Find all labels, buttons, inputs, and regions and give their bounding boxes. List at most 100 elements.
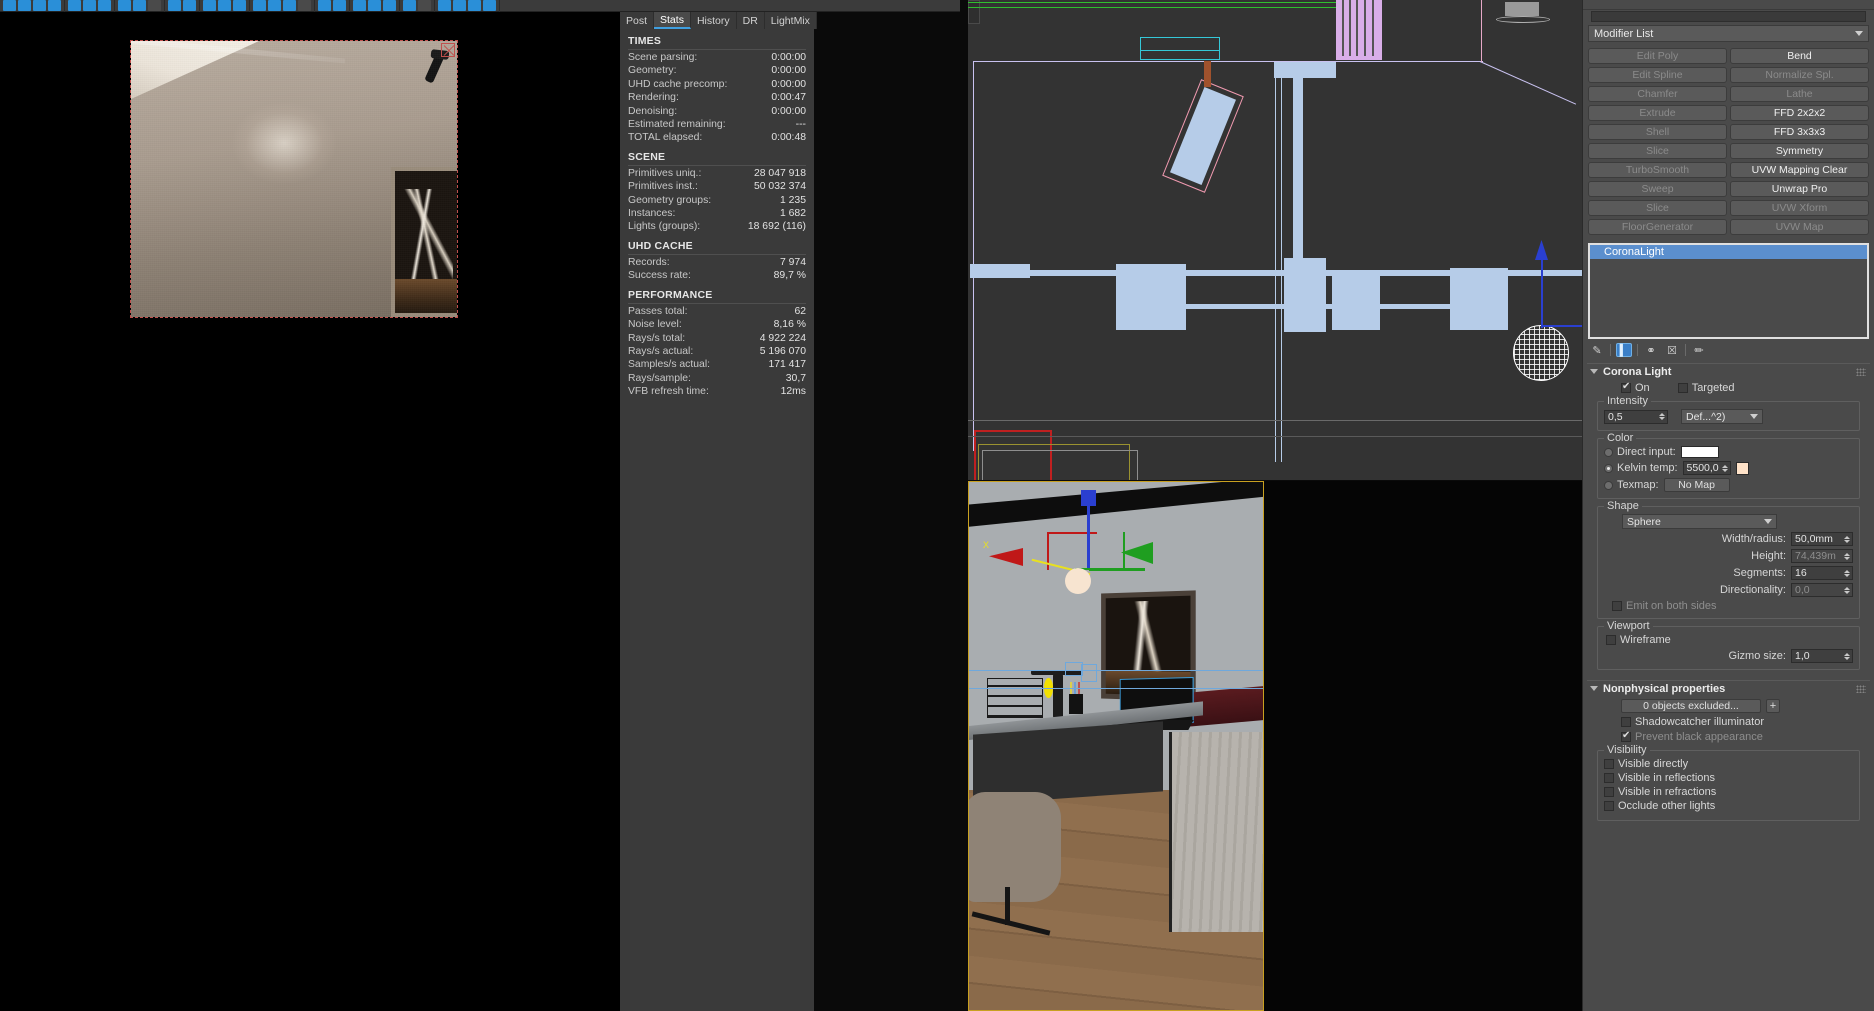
toolbar-button-icon[interactable] [438,0,451,11]
toolbar-button-icon[interactable] [453,0,466,11]
kelvin-color-swatch[interactable] [1735,461,1749,475]
toolbar-button-icon[interactable] [468,0,481,11]
sphere-light-gizmo[interactable] [1513,325,1569,381]
intensity-units-dropdown[interactable]: Def...^2) [1681,409,1763,424]
vfb-tab-dr[interactable]: DR [736,12,765,29]
modifier-button-normalize-spl[interactable]: Normalize Spl. [1730,67,1869,83]
add-exclude-button[interactable]: + [1766,699,1780,713]
toolbar-button-icon[interactable] [218,0,231,11]
segments-input[interactable]: 16 [1791,566,1853,580]
vfb-render-canvas[interactable] [0,12,620,1011]
toolbar-button-icon[interactable] [148,0,161,11]
viewport-empty-black[interactable] [1264,481,1582,1011]
vfb-tab-lightmix[interactable]: LightMix [764,12,817,29]
toolbar-button-icon[interactable] [403,0,416,11]
modifier-button-ffd-2x2x2[interactable]: FFD 2x2x2 [1730,105,1869,121]
viewport-perspective[interactable]: X [968,481,1264,1011]
remove-modifier-icon[interactable]: ☒ [1664,343,1680,357]
visibility-checkbox-visible-in-refractions[interactable]: Visible in refractions [1604,786,1716,798]
modifier-button-turbosmooth[interactable]: TurboSmooth [1588,162,1727,178]
toolbar-button-icon[interactable] [268,0,281,11]
width-radius-input[interactable]: 50,0mm [1791,532,1853,546]
modifier-button-shell[interactable]: Shell [1588,124,1727,140]
modifier-button-lathe[interactable]: Lathe [1730,86,1869,102]
toolbar-button-icon[interactable] [233,0,246,11]
modifier-button-slice[interactable]: Slice [1588,143,1727,159]
exclude-objects-button[interactable]: 0 objects excluded... [1621,699,1761,713]
spinner-arrows-icon[interactable] [1659,413,1667,420]
toolbar-button-icon[interactable] [283,0,296,11]
modifier-list-dropdown[interactable]: Modifier List [1588,25,1869,42]
modifier-stack[interactable]: CoronaLight [1588,243,1869,339]
toolbar-button-icon[interactable] [383,0,396,11]
object-name-field[interactable] [1591,11,1866,22]
shadowcatcher-checkbox[interactable]: Shadowcatcher illuminator [1621,716,1764,728]
rollout-nonphysical-header[interactable]: Nonphysical properties [1587,680,1870,696]
texmap-button[interactable]: No Map [1663,478,1730,492]
vfb-tab-history[interactable]: History [690,12,737,29]
toolbar-button-icon[interactable] [203,0,216,11]
modifier-button-slice[interactable]: Slice [1588,200,1727,216]
modifier-button-symmetry[interactable]: Symmetry [1730,143,1869,159]
toolbar-button-icon[interactable] [33,0,46,11]
direct-input-radio[interactable]: Direct input: [1604,446,1676,458]
texmap-radio[interactable]: Texmap: [1604,479,1659,491]
toolbar-button-icon[interactable] [353,0,366,11]
visibility-checkbox-visible-in-reflections[interactable]: Visible in reflections [1604,772,1715,784]
spinner-arrows-icon[interactable] [1844,652,1852,660]
wireframe-checkbox[interactable]: Wireframe [1606,634,1671,646]
gizmo-size-input[interactable]: 1,0 [1791,649,1853,663]
modifier-button-edit-spline[interactable]: Edit Spline [1588,67,1727,83]
toolbar-button-icon[interactable] [68,0,81,11]
intensity-input[interactable]: 0,5 [1604,409,1668,424]
viewport-wireframe-front[interactable] [968,0,1582,480]
modifier-button-extrude[interactable]: Extrude [1588,105,1727,121]
rollout-corona-light-header[interactable]: Corona Light [1587,363,1870,379]
toolbar-button-icon[interactable] [368,0,381,11]
gizmo-y-axis[interactable] [1089,568,1145,571]
toolbar-button-icon[interactable] [48,0,61,11]
spinner-arrows-icon[interactable] [1844,569,1852,577]
toolbar-button-icon[interactable] [183,0,196,11]
toolbar-button-icon[interactable] [133,0,146,11]
toolbar-button-icon[interactable] [253,0,266,11]
pin-stack-icon[interactable]: ✎ [1589,343,1605,357]
light-on-checkbox[interactable]: On [1621,381,1650,394]
modifier-button-bend[interactable]: Bend [1730,48,1869,64]
modifier-button-uvw-mapping-clear[interactable]: UVW Mapping Clear [1730,162,1869,178]
selected-sphere-light[interactable] [1065,568,1091,594]
modifier-button-floorgenerator[interactable]: FloorGenerator [1588,219,1727,235]
modifier-button-edit-poly[interactable]: Edit Poly [1588,48,1727,64]
gizmo-z-handle[interactable] [1081,490,1096,506]
toolbar-button-icon[interactable] [318,0,331,11]
modifier-button-chamfer[interactable]: Chamfer [1588,86,1727,102]
toolbar-button-icon[interactable] [118,0,131,11]
toolbar-button-icon[interactable] [298,0,311,11]
vfb-tab-stats[interactable]: Stats [654,12,691,29]
toolbar-button-icon[interactable] [98,0,111,11]
vfb-tab-post[interactable]: Post [620,12,655,29]
toolbar-button-icon[interactable] [418,0,431,11]
toolbar-button-icon[interactable] [483,0,496,11]
toolbar-button-icon[interactable] [18,0,31,11]
kelvin-temp-radio[interactable]: Kelvin temp: [1604,462,1678,474]
configure-sets-icon[interactable]: ✏ [1691,343,1707,357]
modifier-button-uvw-map[interactable]: UVW Map [1730,219,1869,235]
visibility-checkbox-occlude-other-lights[interactable]: Occlude other lights [1604,800,1715,812]
visibility-checkbox-visible-directly[interactable]: Visible directly [1604,758,1688,770]
modifier-button-unwrap-pro[interactable]: Unwrap Pro [1730,181,1869,197]
toolbar-button-icon[interactable] [83,0,96,11]
shape-dropdown[interactable]: Sphere [1622,514,1777,529]
targeted-checkbox[interactable]: Targeted [1677,382,1735,394]
toolbar-button-icon[interactable] [168,0,181,11]
direct-input-color-swatch[interactable] [1680,446,1719,458]
modifier-button-uvw-xform[interactable]: UVW Xform [1730,200,1869,216]
kelvin-temp-input[interactable]: 5500,0 [1682,461,1731,475]
toolbar-button-icon[interactable] [333,0,346,11]
modifier-button-sweep[interactable]: Sweep [1588,181,1727,197]
spinner-arrows-icon[interactable] [1844,535,1852,543]
make-unique-icon[interactable]: ⚭ [1643,343,1659,357]
modifier-button-ffd-3x3x3[interactable]: FFD 3x3x3 [1730,124,1869,140]
modifier-stack-item[interactable]: CoronaLight [1590,245,1867,259]
show-end-result-icon[interactable]: ▍ [1616,343,1632,357]
